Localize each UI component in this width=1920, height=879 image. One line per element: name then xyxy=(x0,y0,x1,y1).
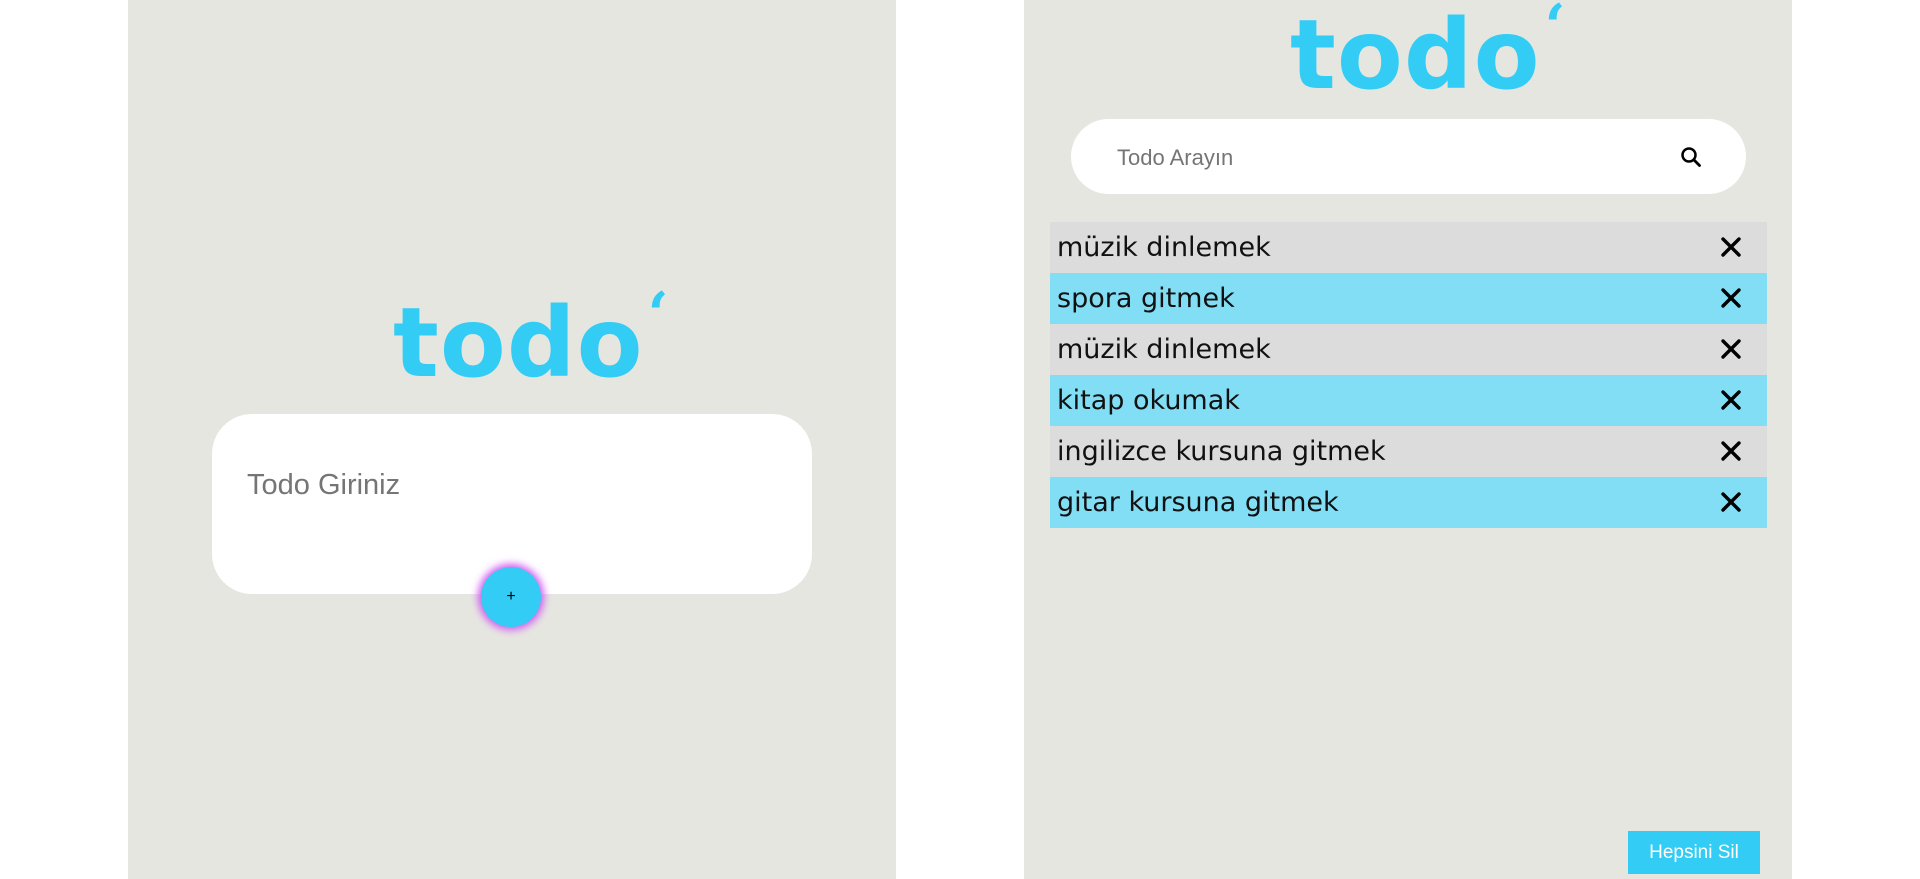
todo-item: gitar kursuna gitmek xyxy=(1050,477,1767,528)
todo-item: müzik dinlemek xyxy=(1050,324,1767,375)
logo: todo ‘ xyxy=(1290,0,1566,103)
todo-text: ingilizce kursuna gitmek xyxy=(1057,436,1386,467)
todo-text: gitar kursuna gitmek xyxy=(1057,487,1339,518)
todo-text: müzik dinlemek xyxy=(1057,232,1271,263)
close-icon[interactable] xyxy=(1719,439,1743,463)
close-icon[interactable] xyxy=(1719,490,1743,514)
logo-mark: ‘ xyxy=(647,280,670,350)
todo-item: kitap okumak xyxy=(1050,375,1767,426)
close-icon[interactable] xyxy=(1719,337,1743,361)
todo-text: kitap okumak xyxy=(1057,385,1240,416)
todo-item: spora gitmek xyxy=(1050,273,1767,324)
logo-mark: ‘ xyxy=(1544,0,1567,62)
close-icon[interactable] xyxy=(1719,286,1743,310)
clear-all-button[interactable]: Hepsini Sil xyxy=(1628,831,1760,874)
todo-text: müzik dinlemek xyxy=(1057,334,1271,365)
todo-text: spora gitmek xyxy=(1057,283,1235,314)
todo-input[interactable] xyxy=(245,464,769,506)
close-icon[interactable] xyxy=(1719,388,1743,412)
search-icon[interactable] xyxy=(1679,145,1703,169)
add-todo-button[interactable]: + xyxy=(481,567,541,627)
logo: todo ‘ xyxy=(393,285,669,391)
logo-text: todo xyxy=(1290,0,1541,111)
close-icon[interactable] xyxy=(1719,235,1743,259)
todo-list: müzik dinlemek spora gitmek müzik dinlem… xyxy=(1050,222,1767,528)
add-todo-panel: todo‘ + xyxy=(128,0,896,879)
todo-item: ingilizce kursuna gitmek xyxy=(1050,426,1767,477)
todo-item: müzik dinlemek xyxy=(1050,222,1767,273)
search-box xyxy=(1071,119,1746,194)
logo-text: todo xyxy=(393,287,644,399)
todo-list-panel: todo‘ müzik dinlemek spora gitmek müzik … xyxy=(1024,0,1792,879)
search-input[interactable] xyxy=(1115,139,1679,177)
